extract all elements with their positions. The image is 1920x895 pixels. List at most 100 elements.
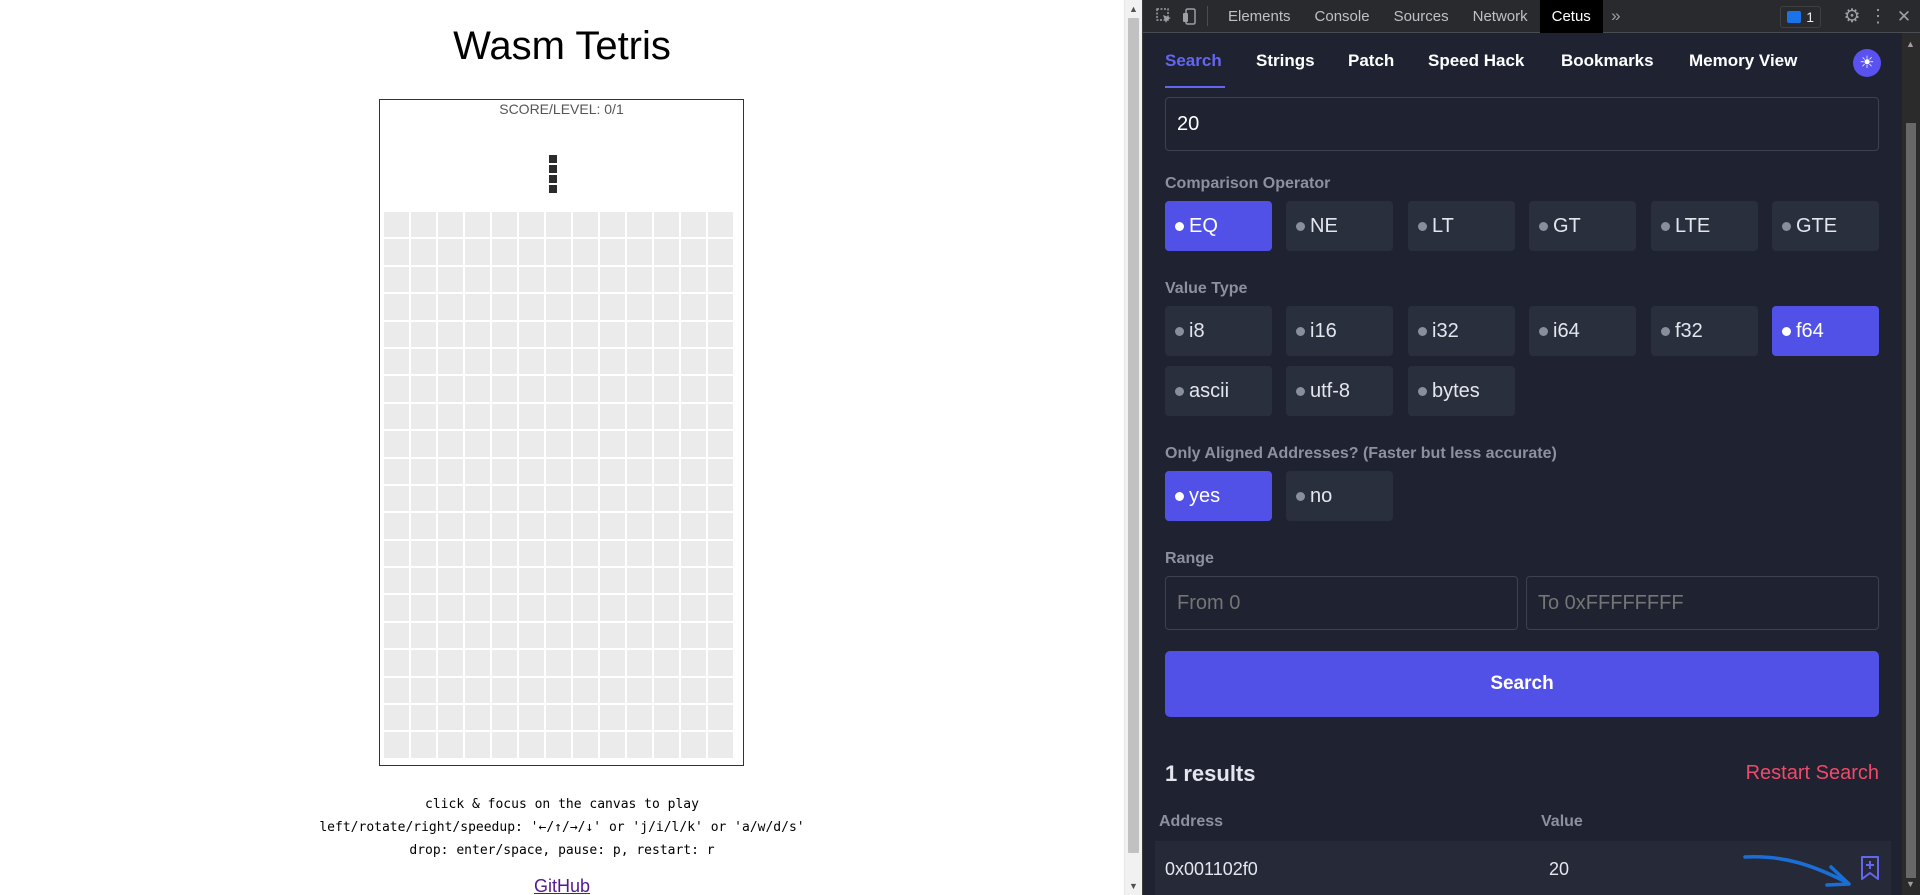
board-cell (410, 375, 437, 403)
type-i8-option[interactable]: i8 (1165, 306, 1272, 356)
operator-lte-option[interactable]: LTE (1651, 201, 1758, 251)
tab-elements[interactable]: Elements (1216, 0, 1303, 33)
board-cell (383, 594, 410, 622)
restart-search-link[interactable]: Restart Search (1746, 762, 1879, 785)
range-to-input[interactable] (1526, 576, 1879, 630)
board-cell (383, 676, 410, 705)
type-ascii-option[interactable]: ascii (1165, 366, 1272, 416)
board-cell (707, 320, 734, 348)
operator-gt-option[interactable]: GT (1529, 201, 1636, 251)
more-tabs-chevron-icon[interactable]: » (1603, 0, 1629, 33)
nav-bookmarks[interactable]: Bookmarks (1561, 51, 1654, 71)
radio-dot-icon (1782, 221, 1791, 231)
operator-gte-option[interactable]: GTE (1772, 201, 1879, 251)
issues-badge[interactable]: 1 (1780, 5, 1821, 28)
board-cell (680, 402, 707, 431)
board-cell (464, 539, 491, 568)
board-cell (437, 211, 464, 239)
tab-network[interactable]: Network (1461, 0, 1540, 33)
tetris-canvas[interactable] (379, 99, 744, 766)
option-label: no (1310, 484, 1333, 507)
board-cell (518, 211, 545, 239)
settings-gear-icon[interactable]: ⚙ (1839, 0, 1865, 33)
board-cell (383, 265, 410, 294)
type-i16-option[interactable]: i16 (1286, 306, 1393, 356)
type-i32-option[interactable]: i32 (1408, 306, 1515, 356)
more-options-icon[interactable]: ⋮ (1865, 0, 1891, 33)
operator-eq-option[interactable]: EQ (1165, 201, 1272, 251)
board-cell (464, 402, 491, 431)
scroll-up-arrow-icon[interactable]: ▲ (1129, 4, 1138, 14)
scroll-up-arrow-icon[interactable]: ▲ (1906, 39, 1915, 49)
range-from-input[interactable] (1165, 576, 1518, 630)
board-cell (680, 539, 707, 568)
falling-piece-block (548, 184, 558, 194)
board-cell (545, 621, 572, 650)
result-address[interactable]: 0x001102f0 (1165, 859, 1258, 880)
board-cell (464, 704, 491, 732)
board-cell (545, 211, 572, 239)
tab-sources[interactable]: Sources (1382, 0, 1461, 33)
panel-scrollbar[interactable]: ▲ ▼ (1902, 33, 1920, 895)
operator-ne-option[interactable]: NE (1286, 201, 1393, 251)
close-icon[interactable]: ✕ (1891, 0, 1917, 33)
cetus-extension-panel: Search Strings Patch Speed Hack Bookmark… (1143, 33, 1903, 895)
board-cell (518, 238, 545, 266)
github-link[interactable]: GitHub (0, 876, 1124, 895)
board-cell (518, 347, 545, 376)
scroll-down-arrow-icon[interactable]: ▼ (1906, 879, 1915, 889)
add-bookmark-icon[interactable] (1859, 855, 1881, 881)
device-toolbar-icon[interactable] (1177, 0, 1203, 33)
board-cell (464, 347, 491, 376)
search-value-input[interactable] (1165, 97, 1879, 151)
type-i64-option[interactable]: i64 (1529, 306, 1636, 356)
aligned-no-option[interactable]: no (1286, 471, 1393, 521)
type-f64-option[interactable]: f64 (1772, 306, 1879, 356)
scrollbar-thumb[interactable] (1128, 18, 1139, 853)
tab-console[interactable]: Console (1303, 0, 1382, 33)
nav-patch[interactable]: Patch (1348, 51, 1394, 71)
page-scrollbar[interactable]: ▲ ▼ (1124, 0, 1142, 895)
search-button[interactable]: Search (1165, 651, 1879, 717)
type-bytes-option[interactable]: bytes (1408, 366, 1515, 416)
scroll-down-arrow-icon[interactable]: ▼ (1129, 881, 1138, 891)
board-cell (410, 238, 437, 266)
board-cell (410, 594, 437, 622)
board-cell (437, 649, 464, 677)
nav-search[interactable]: Search (1165, 51, 1222, 71)
nav-memory-view[interactable]: Memory View (1689, 51, 1797, 71)
board-cell (491, 293, 518, 321)
board-cell (599, 347, 626, 376)
help-line: click & focus on the canvas to play (425, 797, 699, 812)
scrollbar-thumb[interactable] (1906, 123, 1916, 878)
tab-cetus[interactable]: Cetus (1539, 0, 1603, 33)
result-value[interactable]: 20 (1549, 859, 1569, 880)
board-cell (626, 347, 653, 376)
theme-toggle-sun-icon[interactable]: ☀ (1853, 49, 1881, 77)
nav-strings[interactable]: Strings (1256, 51, 1315, 71)
aligned-yes-option[interactable]: yes (1165, 471, 1272, 521)
board-cell (491, 704, 518, 732)
option-label: NE (1310, 214, 1338, 237)
inspect-element-icon[interactable] (1151, 0, 1177, 33)
option-label: GTE (1796, 214, 1838, 237)
board-cell (707, 484, 734, 513)
board-cell (410, 430, 437, 458)
board-cell (464, 567, 491, 595)
nav-speed-hack[interactable]: Speed Hack (1428, 51, 1524, 71)
board-cell (680, 731, 707, 759)
board-cell (680, 320, 707, 348)
board-cell (707, 704, 734, 732)
operator-lt-option[interactable]: LT (1408, 201, 1515, 251)
type-f32-option[interactable]: f32 (1651, 306, 1758, 356)
board-cell (491, 457, 518, 485)
board-cell (464, 265, 491, 294)
type-utf8-option[interactable]: utf-8 (1286, 366, 1393, 416)
board-cell (572, 265, 599, 294)
board-cell (383, 567, 410, 595)
board-cell (572, 211, 599, 239)
option-label: yes (1189, 484, 1221, 507)
board-cell (491, 402, 518, 431)
help-line: drop: enter/space, pause: p, restart: r (409, 843, 715, 858)
board-cell (545, 594, 572, 622)
